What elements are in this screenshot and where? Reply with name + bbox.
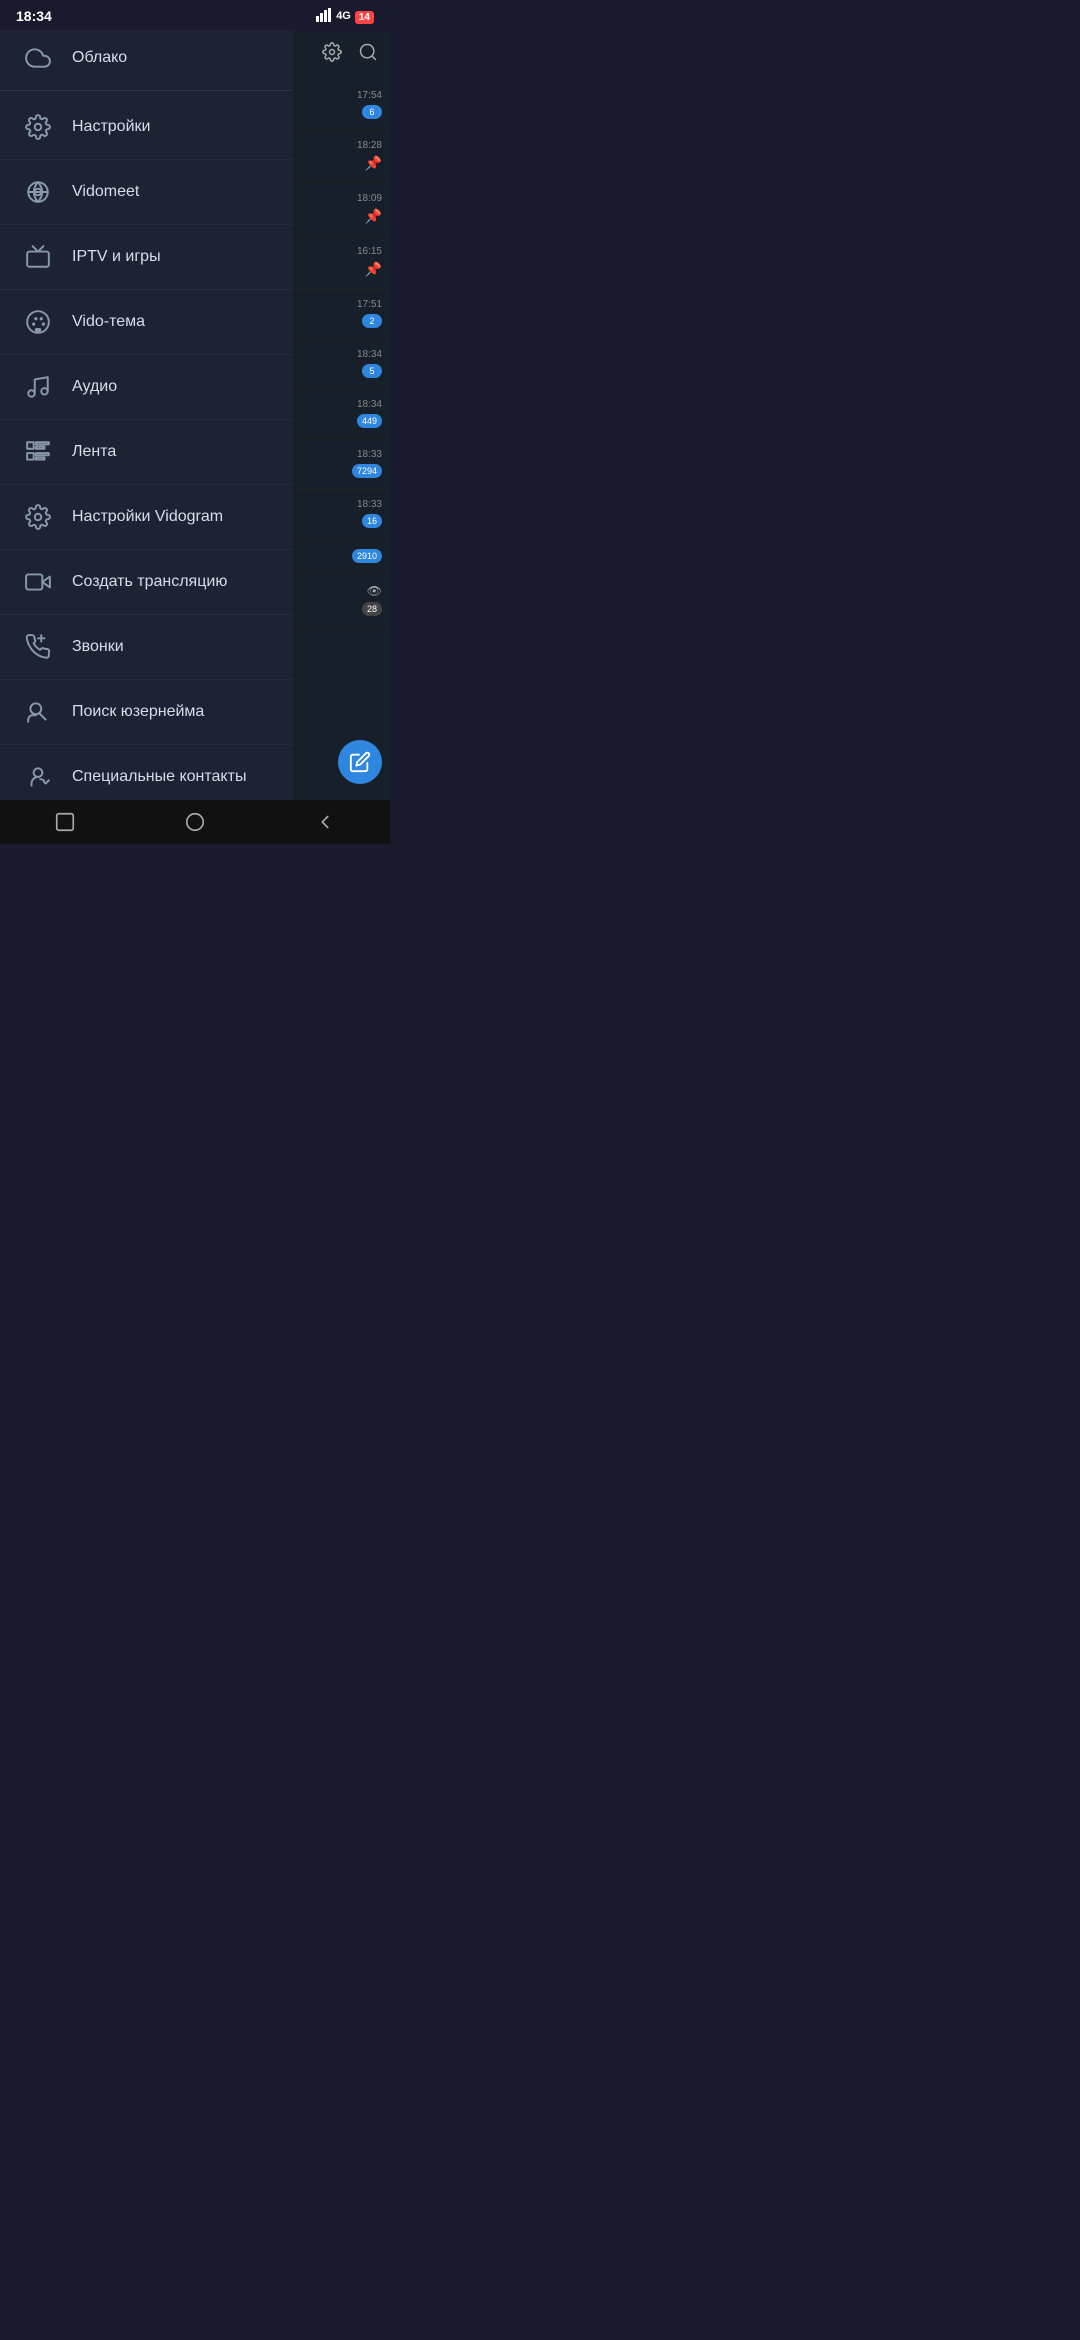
music-icon xyxy=(20,369,56,405)
menu-item-calls[interactable]: Звонки xyxy=(0,615,293,680)
gear-icon[interactable] xyxy=(322,42,342,68)
chat-item-5[interactable]: 17:51 2 xyxy=(293,289,391,339)
chat-time-1: 17:54 xyxy=(357,90,382,101)
settings-label: Настройки xyxy=(72,118,150,136)
chat-item-1[interactable]: 17:54 6 xyxy=(293,80,391,130)
main-screen: Облако Настройки Vid xyxy=(0,30,390,844)
chat-time-8: 18:33 xyxy=(357,449,382,460)
search-user-icon xyxy=(20,694,56,730)
vidotheme-label: Vido-тема xyxy=(72,313,145,331)
create-broadcast-label: Создать трансляцию xyxy=(72,573,227,591)
menu-item-create-broadcast[interactable]: Создать трансляцию xyxy=(0,550,293,615)
pin-icon-3: 📌 xyxy=(365,261,382,278)
network-type: 4G xyxy=(336,10,351,22)
phone-icon xyxy=(20,629,56,665)
cloud-label: Облако xyxy=(72,49,127,67)
compose-fab[interactable] xyxy=(338,740,382,784)
battery-icon: 14 xyxy=(355,9,374,23)
menu-item-search-username[interactable]: Поиск юзернейма xyxy=(0,680,293,745)
search-username-label: Поиск юзернейма xyxy=(72,703,204,721)
status-icons: 4G 14 xyxy=(316,8,374,25)
menu-item-audio[interactable]: Аудио xyxy=(0,355,293,420)
search-icon[interactable] xyxy=(358,42,378,68)
chat-badge-7: 449 xyxy=(357,414,382,428)
menu-item-vidotheme[interactable]: Vido-тема xyxy=(0,290,293,355)
chat-item-3[interactable]: 18:09 📌 xyxy=(293,183,391,236)
feed-label: Лента xyxy=(72,443,116,461)
chat-time-7: 18:34 xyxy=(357,399,382,410)
chat-time-2: 18:28 xyxy=(357,140,382,151)
bottom-nav xyxy=(0,800,390,844)
menu-item-vidomeet[interactable]: Vidomeet xyxy=(0,160,293,225)
nav-back-button[interactable] xyxy=(305,802,345,842)
chat-time-5: 17:51 xyxy=(357,299,382,310)
chat-item-9[interactable]: 18:33 16 xyxy=(293,489,391,539)
palette-icon xyxy=(20,304,56,340)
chat-item-2[interactable]: 18:28 📌 xyxy=(293,130,391,183)
chat-badge-11: 28 xyxy=(362,602,382,616)
vidomeet-icon xyxy=(20,174,56,210)
chat-badge-6: 5 xyxy=(362,364,382,378)
chat-badge-1: 6 xyxy=(362,105,382,119)
settings2-icon xyxy=(20,499,56,535)
chat-time-3: 18:09 xyxy=(357,193,382,204)
separator-top xyxy=(0,90,293,91)
nav-home-button[interactable] xyxy=(175,802,215,842)
chat-item-4[interactable]: 16:15 📌 xyxy=(293,236,391,289)
pin-icon-1: 📌 xyxy=(365,155,382,172)
chat-item-11[interactable]: 👁 28 xyxy=(293,574,391,627)
vidogram-settings-label: Настройки Vidogram xyxy=(72,508,223,526)
calls-label: Звонки xyxy=(72,638,124,656)
chat-item-6[interactable]: 18:34 5 xyxy=(293,339,391,389)
nav-square-button[interactable] xyxy=(45,802,85,842)
chat-item-7[interactable]: 18:34 449 xyxy=(293,389,391,439)
cloud-icon xyxy=(20,40,56,76)
chat-badge-5: 2 xyxy=(362,314,382,328)
pin-icon-2: 📌 xyxy=(365,208,382,225)
chat-item-8[interactable]: 18:33 7294 xyxy=(293,439,391,489)
menu-item-iptv[interactable]: IPTV и игры xyxy=(0,225,293,290)
special-contacts-label: Специальные контакты xyxy=(72,768,246,786)
chat-badge-8: 7294 xyxy=(352,464,382,478)
chat-badge-10: 2910 xyxy=(352,549,382,563)
drawer: Облако Настройки Vid xyxy=(0,30,293,844)
menu-item-feed[interactable]: Лента xyxy=(0,420,293,485)
right-header xyxy=(293,30,391,80)
tv-icon xyxy=(20,239,56,275)
audio-label: Аудио xyxy=(72,378,117,396)
right-panel: 17:54 6 18:28 📌 18:09 📌 16:15 📌 17:51 2 … xyxy=(293,30,391,844)
iptv-label: IPTV и игры xyxy=(72,248,161,266)
camera-icon xyxy=(20,564,56,600)
chat-item-10[interactable]: 2910 xyxy=(293,539,391,574)
chat-time-9: 18:33 xyxy=(357,499,382,510)
chat-time-6: 18:34 xyxy=(357,349,382,360)
chat-time-4: 16:15 xyxy=(357,246,382,257)
signal-icon xyxy=(316,8,332,25)
settings-icon xyxy=(20,109,56,145)
status-time: 18:34 xyxy=(16,8,52,24)
vidomeet-label: Vidomeet xyxy=(72,183,139,201)
eye-icon: 👁 xyxy=(367,584,382,598)
menu-item-settings[interactable]: Настройки xyxy=(0,95,293,160)
menu-item-cloud[interactable]: Облако xyxy=(0,30,293,86)
menu-item-vidogram-settings[interactable]: Настройки Vidogram xyxy=(0,485,293,550)
chat-badge-9: 16 xyxy=(362,514,382,528)
status-bar: 18:34 4G 14 xyxy=(0,0,390,30)
feed-icon xyxy=(20,434,56,470)
heart-contact-icon xyxy=(20,759,56,795)
